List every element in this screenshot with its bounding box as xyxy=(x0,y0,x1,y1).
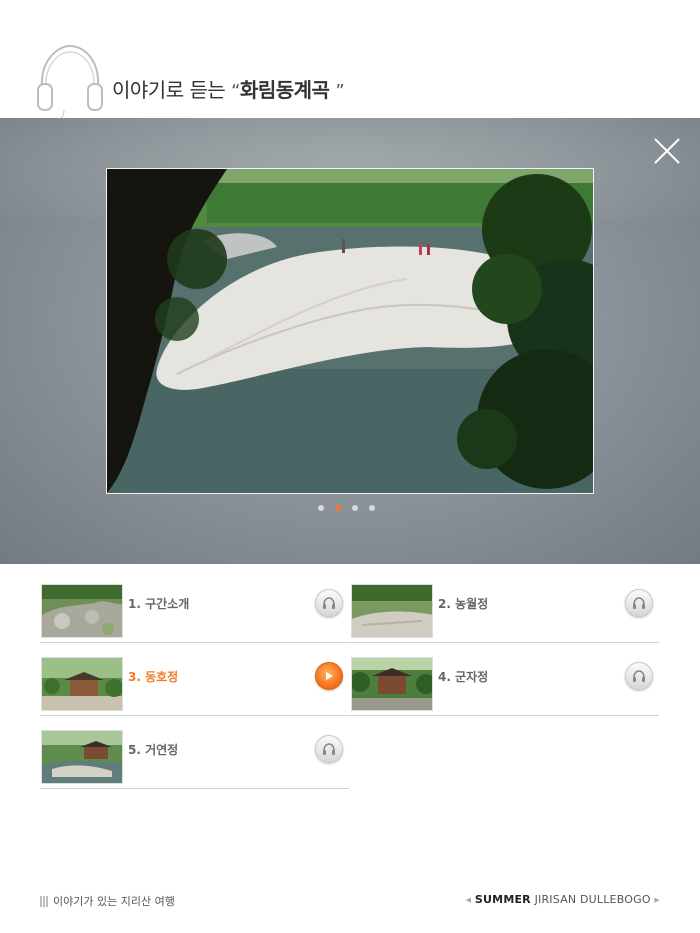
close-quote: ” xyxy=(335,81,345,102)
play-button[interactable] xyxy=(315,735,343,763)
brand-bold: SUMMER xyxy=(474,893,531,906)
track-label: 1. 구간소개 xyxy=(128,597,190,611)
page-title: 이야기로 듣는 “화림동계곡 ” xyxy=(112,74,345,103)
track-thumbnail xyxy=(41,730,123,784)
arrow-right-icon[interactable]: ▶ xyxy=(654,896,660,904)
track-item-1[interactable]: 1. 구간소개 xyxy=(40,572,349,643)
play-button[interactable] xyxy=(625,589,653,617)
track-label: 4. 군자정 xyxy=(438,670,489,684)
play-button[interactable] xyxy=(625,662,653,690)
track-label: 2. 농월정 xyxy=(438,597,489,611)
footer-tagline: 이야기가 있는 지리산 여행 xyxy=(40,893,175,909)
footer-brand: ◀ SUMMER JIRISAN DULLEBOGO ▶ xyxy=(466,893,660,906)
track-item-4[interactable]: 4. 군자정 xyxy=(350,645,659,716)
footer-left-text: 이야기가 있는 지리산 여행 xyxy=(53,895,175,908)
track-item-2[interactable]: 2. 농월정 xyxy=(350,572,659,643)
slide-pagination xyxy=(318,505,375,513)
slide-dot-3[interactable] xyxy=(352,505,358,511)
header: 이야기로 듣는 “화림동계곡 ” xyxy=(0,0,700,120)
close-icon[interactable] xyxy=(651,135,683,167)
track-item-3[interactable]: 3. 동호정 xyxy=(40,645,349,716)
track-thumbnail xyxy=(41,657,123,711)
track-thumbnail xyxy=(41,584,123,638)
brand-rest: JIRISAN DULLEBOGO xyxy=(534,893,651,906)
play-button-active[interactable] xyxy=(315,662,343,690)
headphone-icon xyxy=(37,44,103,120)
play-button[interactable] xyxy=(315,589,343,617)
slide-dot-4[interactable] xyxy=(369,505,375,511)
open-quote: “ xyxy=(231,81,240,102)
play-icon xyxy=(326,672,333,680)
title-name: 화림동계곡 xyxy=(239,78,330,102)
headphone-play-icon xyxy=(323,597,335,609)
headphone-play-icon xyxy=(633,670,645,682)
slide-dot-2[interactable] xyxy=(335,505,341,511)
bars-icon xyxy=(40,895,48,907)
headphone-play-icon xyxy=(633,597,645,609)
track-thumbnail xyxy=(351,584,433,638)
arrow-left-icon[interactable]: ◀ xyxy=(466,896,472,904)
track-item-5[interactable]: 5. 거연정 xyxy=(40,718,349,789)
track-thumbnail xyxy=(351,657,433,711)
title-prefix: 이야기로 듣는 xyxy=(112,78,226,102)
slide-photo xyxy=(106,168,594,494)
track-label: 3. 동호정 xyxy=(128,670,179,684)
track-label: 5. 거연정 xyxy=(128,743,179,757)
slide-dot-1[interactable] xyxy=(318,505,324,511)
headphone-play-icon xyxy=(323,743,335,755)
